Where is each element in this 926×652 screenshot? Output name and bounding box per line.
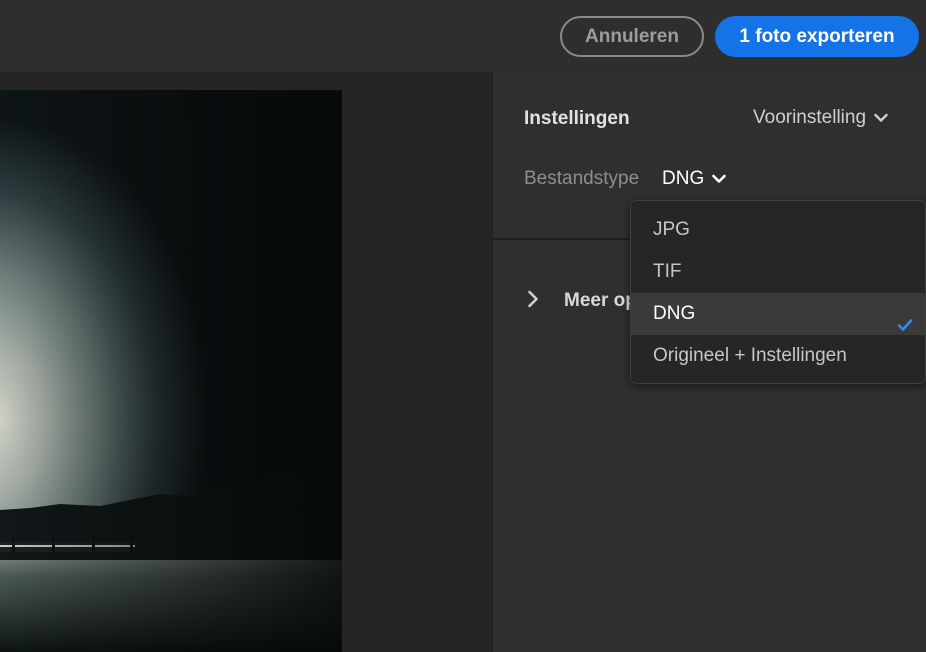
chevron-down-icon <box>874 107 888 129</box>
filetype-select[interactable]: DNG <box>662 168 727 190</box>
more-options-label[interactable]: Meer op <box>564 290 637 312</box>
preset-dropdown[interactable]: Voorinstelling <box>753 107 888 129</box>
option-label: DNG <box>653 303 696 324</box>
option-label: JPG <box>653 219 690 240</box>
settings-title: Instellingen <box>524 108 630 129</box>
filetype-label: Bestandstype <box>524 168 640 189</box>
photo-canvas <box>0 72 492 652</box>
export-button[interactable]: 1 foto exporteren <box>715 16 919 57</box>
dropdown-option-original-settings[interactable]: Origineel + Instellingen <box>631 335 925 377</box>
dropdown-option-dng[interactable]: DNG <box>631 293 925 335</box>
preset-label: Voorinstelling <box>753 107 867 129</box>
option-label: TIF <box>653 261 682 282</box>
cancel-button[interactable]: Annuleren <box>560 16 704 57</box>
filetype-value: DNG <box>662 168 705 190</box>
dropdown-option-jpg[interactable]: JPG <box>631 209 925 251</box>
dropdown-option-tif[interactable]: TIF <box>631 251 925 293</box>
photo-preview <box>0 90 342 652</box>
filetype-dropdown-menu: JPG TIF DNG Origineel + Instellingen <box>630 200 926 384</box>
chevron-right-icon[interactable] <box>527 290 539 313</box>
option-label: Origineel + Instellingen <box>653 345 847 366</box>
top-bar: Annuleren 1 foto exporteren <box>0 0 926 72</box>
chevron-down-icon <box>712 168 727 190</box>
